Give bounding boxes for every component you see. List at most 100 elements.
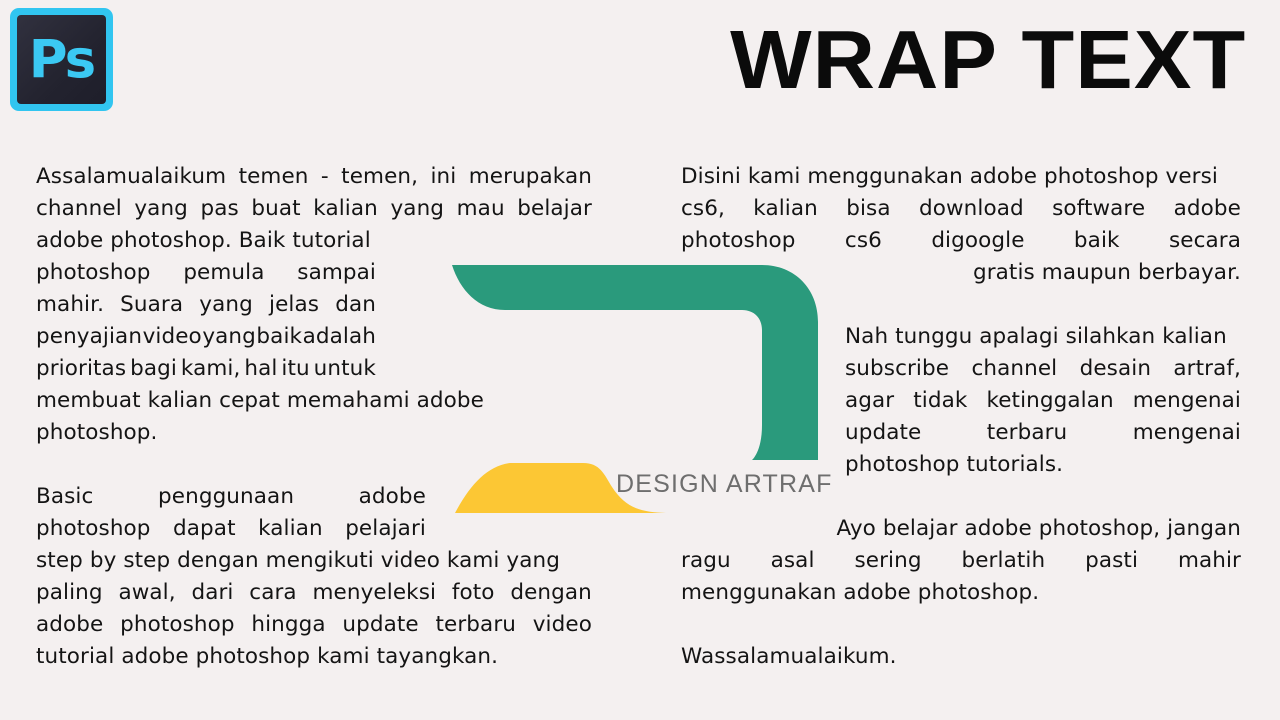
paragraph-line: paling awal, dari cara menyeleksi foto dengan [36,582,592,604]
photoshop-icon-body: Ps [17,15,106,104]
word: dengan [510,580,592,605]
word: kami, [180,356,241,381]
paragraph-line: photoshop dapat kalian pelajari [36,518,426,540]
paragraph-line: adobe photoshop. Baik tutorial [36,228,371,253]
paragraph-line: adobe photoshop hingga update terbaru video [36,614,592,636]
paragraph-line: step by step dengan mengikuti video kami… [36,548,560,573]
word: temen [238,164,309,189]
word: penyajian [36,324,143,349]
word: dari [191,580,234,605]
paragraph-line: Ayo belajar adobe photoshop, jangan [836,516,1241,541]
word: ragu [681,548,731,573]
word: paling [36,580,103,605]
word: prioritas [36,356,127,381]
word: jelas [269,292,320,317]
photoshop-icon-label: Ps [28,29,96,90]
paragraph-line: Wassalamualaikum. [681,644,897,669]
word: download [918,196,1024,221]
word: awal, [118,580,176,605]
word: adobe [1173,196,1241,221]
word: pemula [183,260,265,285]
paragraph-line: update terbaru mengenai [845,422,1241,444]
paragraph-line: agar tidak ketinggalan mengenai [845,390,1241,412]
word: update [342,612,419,637]
word: photoshop [681,228,796,253]
paragraph-line: mahir. Suara yang jelas dan [36,294,376,316]
word: temen, [341,164,419,189]
word: artraf, [1173,356,1241,381]
word: adobe [358,484,426,509]
word: berlatih [961,548,1046,573]
paragraph-line: cs6, kalian bisa download software adobe [681,198,1241,220]
word: photoshop [36,516,151,541]
word: mahir. [36,292,105,317]
word: cs6, [681,196,725,221]
word: mengenai [1132,388,1241,413]
word: Basic [36,484,94,509]
watermark-text: DESIGN ARTRAF [616,470,833,498]
word: merupakan [468,164,592,189]
word: baik [1073,228,1120,253]
photoshop-app-icon: Ps [10,8,113,111]
paragraph-line: photoshop tutorials. [845,452,1064,477]
word: yang [202,324,256,349]
word: bisa [846,196,891,221]
word: untuk [313,356,376,381]
word: channel [971,356,1058,381]
canvas: Ps WRAP TEXT DESIGN ARTRAF Assalamualaik… [0,0,1280,720]
paragraph-line: penyajian video yang baik adalah [36,326,376,348]
word: yang [390,196,445,221]
paragraph-line: photoshop cs6 digoogle baik secara [681,230,1241,252]
word: baik [256,324,303,349]
word: cs6 [844,228,882,253]
word: channel [36,196,122,221]
paragraph-line: prioritas bagi kami, hal itu untuk [36,358,376,380]
paragraph-line: Assalamualaikum temen - temen, ini merupakan [36,166,592,188]
paragraph-line: Nah tunggu apalagi silahkan kalian [845,324,1227,349]
paragraph-line: channel yang pas buat kalian yang mau belajar [36,198,592,220]
paragraph-line: membuat kalian cepat memahami adobe [36,388,484,413]
word: kalian [313,196,378,221]
word: video [532,612,592,637]
word: Assalamualaikum [36,164,227,189]
word: photoshop [36,260,151,285]
paragraph-line: Basic penggunaan adobe [36,486,426,508]
word: penggunaan [158,484,295,509]
word: cara [249,580,297,605]
paragraph-line: subscribe channel desain artraf, [845,358,1241,380]
word: dan [335,292,376,317]
word: foto [451,580,495,605]
word: pelajari [345,516,426,541]
word: itu [281,356,310,381]
word: ketinggalan [986,388,1114,413]
word: dapat [173,516,236,541]
paragraph-line: photoshop pemula sampai [36,262,376,284]
word: terbaru [435,612,516,637]
word: secara [1168,228,1241,253]
paragraph-line: menggunakan adobe photoshop. [681,580,1040,605]
paragraph-line: photoshop. [36,420,158,445]
word: hingga [251,612,326,637]
word: belajar [517,196,592,221]
word: pas [200,196,239,221]
word: menyeleksi [312,580,437,605]
word: mengenai [1132,420,1241,445]
word: yang [199,292,253,317]
word: asal [770,548,815,573]
word: agar [845,388,895,413]
word: ini [430,164,457,189]
paragraph-line: Disini kami menggunakan adobe photoshop … [681,164,1218,189]
paragraph-line: ragu asal sering berlatih pasti mahir [681,550,1241,572]
word: terbaru [986,420,1068,445]
word: sering [854,548,922,573]
word: bagi [130,356,177,381]
word: subscribe [845,356,950,381]
word: adobe [36,612,104,637]
word: mahir [1177,548,1241,573]
word: software [1052,196,1146,221]
word: mau [456,196,505,221]
word: photoshop [120,612,235,637]
word: digoogle [931,228,1025,253]
paragraph-line: gratis maupun berbayar. [972,260,1241,285]
word: hal [244,356,278,381]
